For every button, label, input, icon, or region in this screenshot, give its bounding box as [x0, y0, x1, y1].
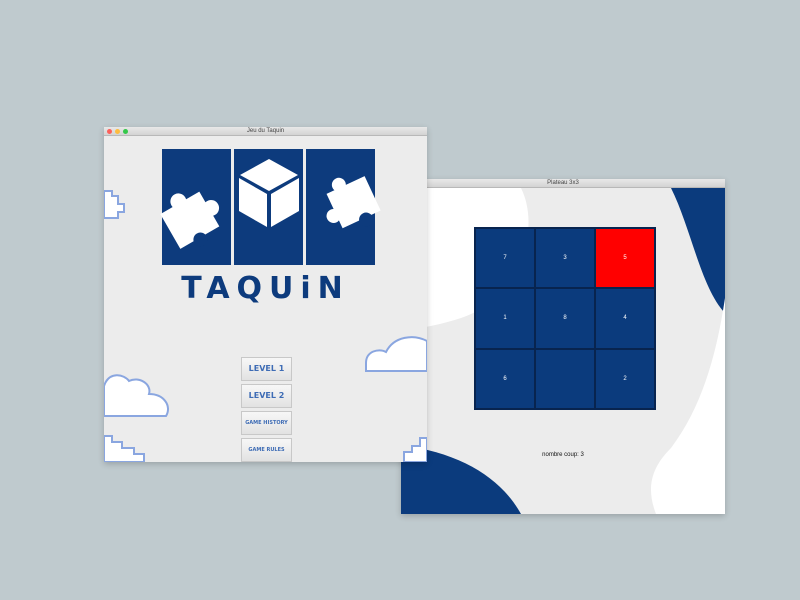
game-history-button[interactable]: GAME HISTORY	[241, 411, 292, 435]
tile[interactable]: 8	[535, 288, 595, 349]
logo-panel-left	[160, 149, 231, 265]
window-title: Plateau 3x3	[547, 180, 579, 186]
move-count: nombre coup: 3	[542, 452, 584, 458]
tile-empty[interactable]	[535, 348, 595, 409]
level-1-button[interactable]: LEVEL 1	[241, 357, 292, 381]
logo-panel-right	[306, 149, 381, 265]
puzzle-grid: 7 3 5 1 8 4 6 2	[474, 227, 656, 410]
tile[interactable]: 2	[595, 348, 655, 409]
tile[interactable]: 4	[595, 288, 655, 349]
close-button[interactable]	[107, 129, 112, 134]
zoom-button[interactable]	[123, 129, 128, 134]
tile[interactable]: 1	[475, 288, 535, 349]
puzzle-piece-icon	[326, 176, 381, 229]
game-rules-button[interactable]: GAME RULES	[241, 438, 292, 462]
menu-titlebar[interactable]: Jeu du Taquin	[104, 127, 427, 136]
logo-panel-center	[234, 149, 303, 265]
board-titlebar[interactable]: Plateau 3x3	[401, 179, 725, 188]
puzzle-piece-icon	[160, 191, 220, 249]
board-window: Plateau 3x3 7 3 5 1 8 4 6 2 nombre coup:…	[401, 179, 725, 514]
level-2-button[interactable]: LEVEL 2	[241, 384, 292, 408]
menu-content: TAQUiN LEVEL 1 LEVEL 2 GAME HISTORY GAME…	[104, 136, 427, 462]
tile[interactable]: 3	[535, 228, 595, 289]
logo-title: TAQUiN	[181, 271, 350, 306]
board-content: 7 3 5 1 8 4 6 2 nombre coup: 3	[401, 188, 725, 514]
menu-window: Jeu du Taquin TAQUiN LEVEL 1 LEVEL 2 GAM…	[104, 127, 427, 462]
tile-selected[interactable]: 5	[595, 228, 655, 289]
minimize-button[interactable]	[115, 129, 120, 134]
tile[interactable]: 7	[475, 228, 535, 289]
cube-icon	[239, 159, 299, 227]
tile[interactable]: 6	[475, 348, 535, 409]
window-title: Jeu du Taquin	[246, 128, 285, 134]
